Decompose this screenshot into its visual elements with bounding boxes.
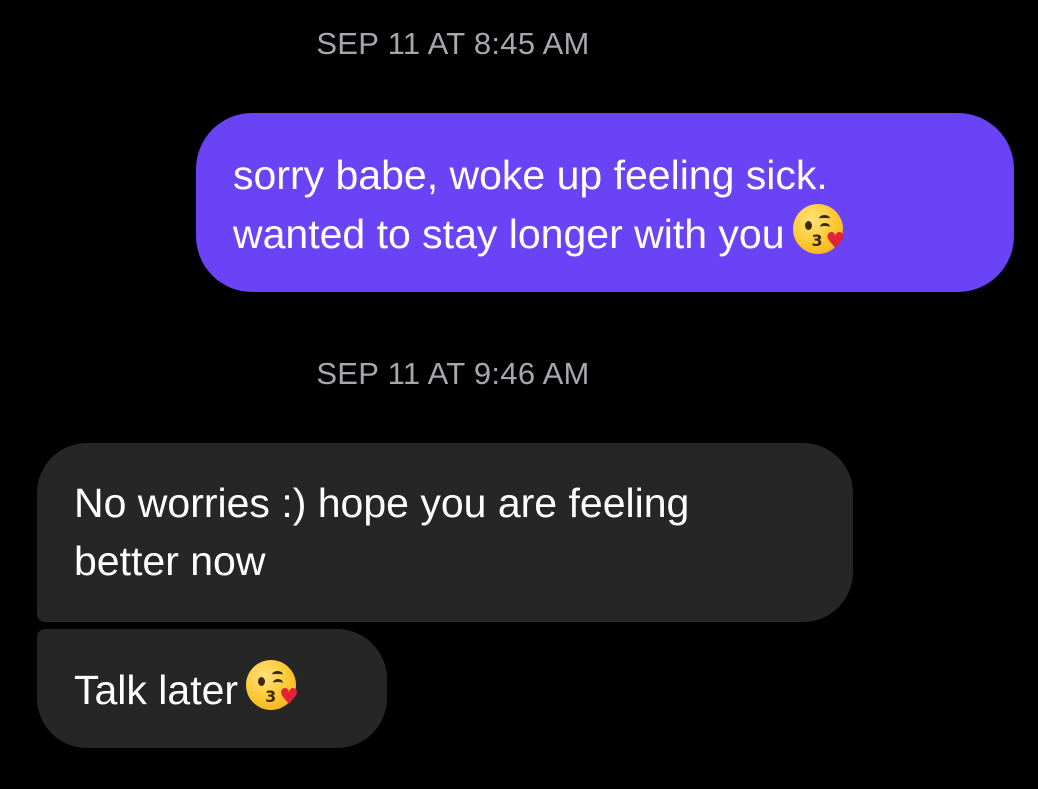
message-timestamp: SEP 11 AT 9:46 AM: [316, 356, 590, 391]
message-timestamp: SEP 11 AT 8:45 AM: [316, 26, 590, 61]
incoming-message-bubble[interactable]: Talk later 3 ♥: [37, 629, 387, 748]
message-thread: SEP 11 AT 8:45 AM sorry babe, woke up fe…: [0, 0, 1038, 789]
message-text: wanted to stay longer with you: [233, 211, 785, 257]
face-blowing-a-kiss-icon: 3 ♥: [792, 204, 847, 258]
message-text-line: sorry babe, woke up feeling sick.: [233, 152, 828, 198]
message-text-line: wanted to stay longer with you 3 ♥: [233, 204, 978, 263]
face-blowing-a-kiss-icon: 3 ♥: [246, 660, 300, 714]
incoming-message-bubble[interactable]: No worries :) hope you are feeling bette…: [37, 443, 853, 622]
outgoing-message-bubble[interactable]: sorry babe, woke up feeling sick. wanted…: [196, 113, 1014, 292]
message-text-line: No worries :) hope you are feeling: [74, 480, 690, 526]
message-text-line: better now: [74, 538, 266, 584]
message-text: Talk later: [74, 667, 239, 713]
